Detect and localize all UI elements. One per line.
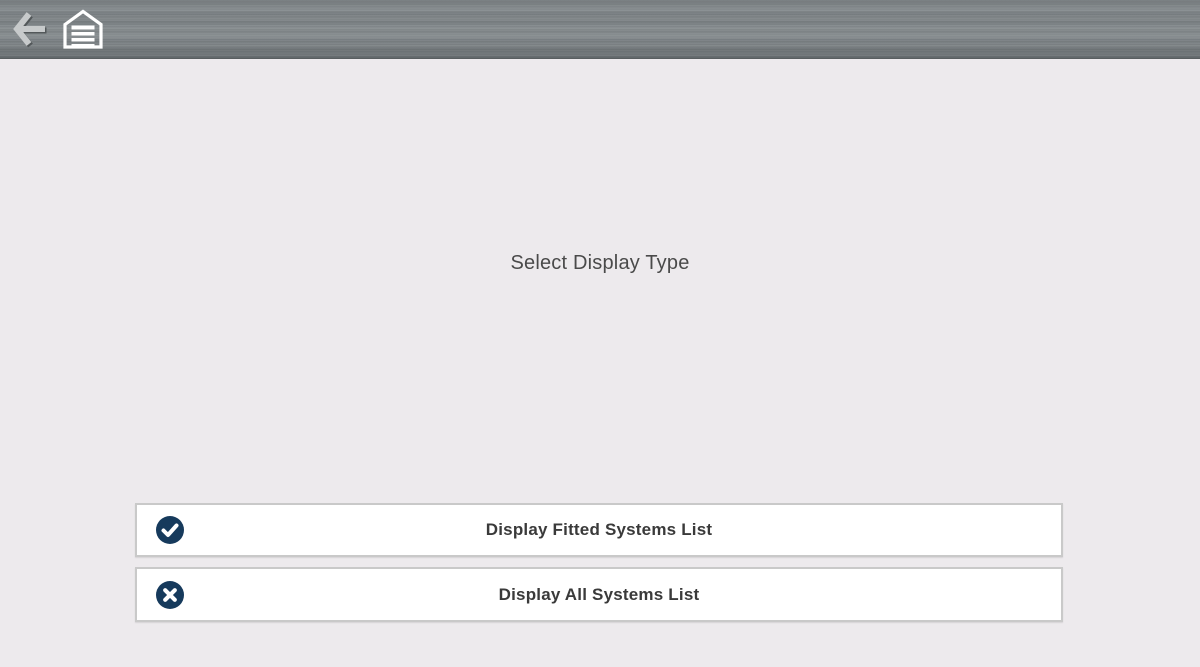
display-type-options: Display Fitted Systems List Display All …	[135, 503, 1063, 622]
toolbar	[0, 0, 1200, 59]
page-title: Select Display Type	[0, 252, 1200, 274]
option-display-fitted-systems[interactable]: Display Fitted Systems List	[135, 503, 1063, 557]
back-button[interactable]	[6, 6, 52, 52]
option-label: Display Fitted Systems List	[486, 520, 712, 540]
check-circle-icon	[155, 515, 185, 545]
screen: Select Display Type Display Fitted Syste…	[0, 0, 1200, 667]
option-display-all-systems[interactable]: Display All Systems List	[135, 567, 1063, 622]
cross-circle-icon	[155, 580, 185, 610]
back-arrow-icon	[9, 9, 49, 49]
option-label: Display All Systems List	[499, 585, 700, 605]
garage-home-icon	[62, 8, 104, 50]
home-button[interactable]	[60, 6, 106, 52]
